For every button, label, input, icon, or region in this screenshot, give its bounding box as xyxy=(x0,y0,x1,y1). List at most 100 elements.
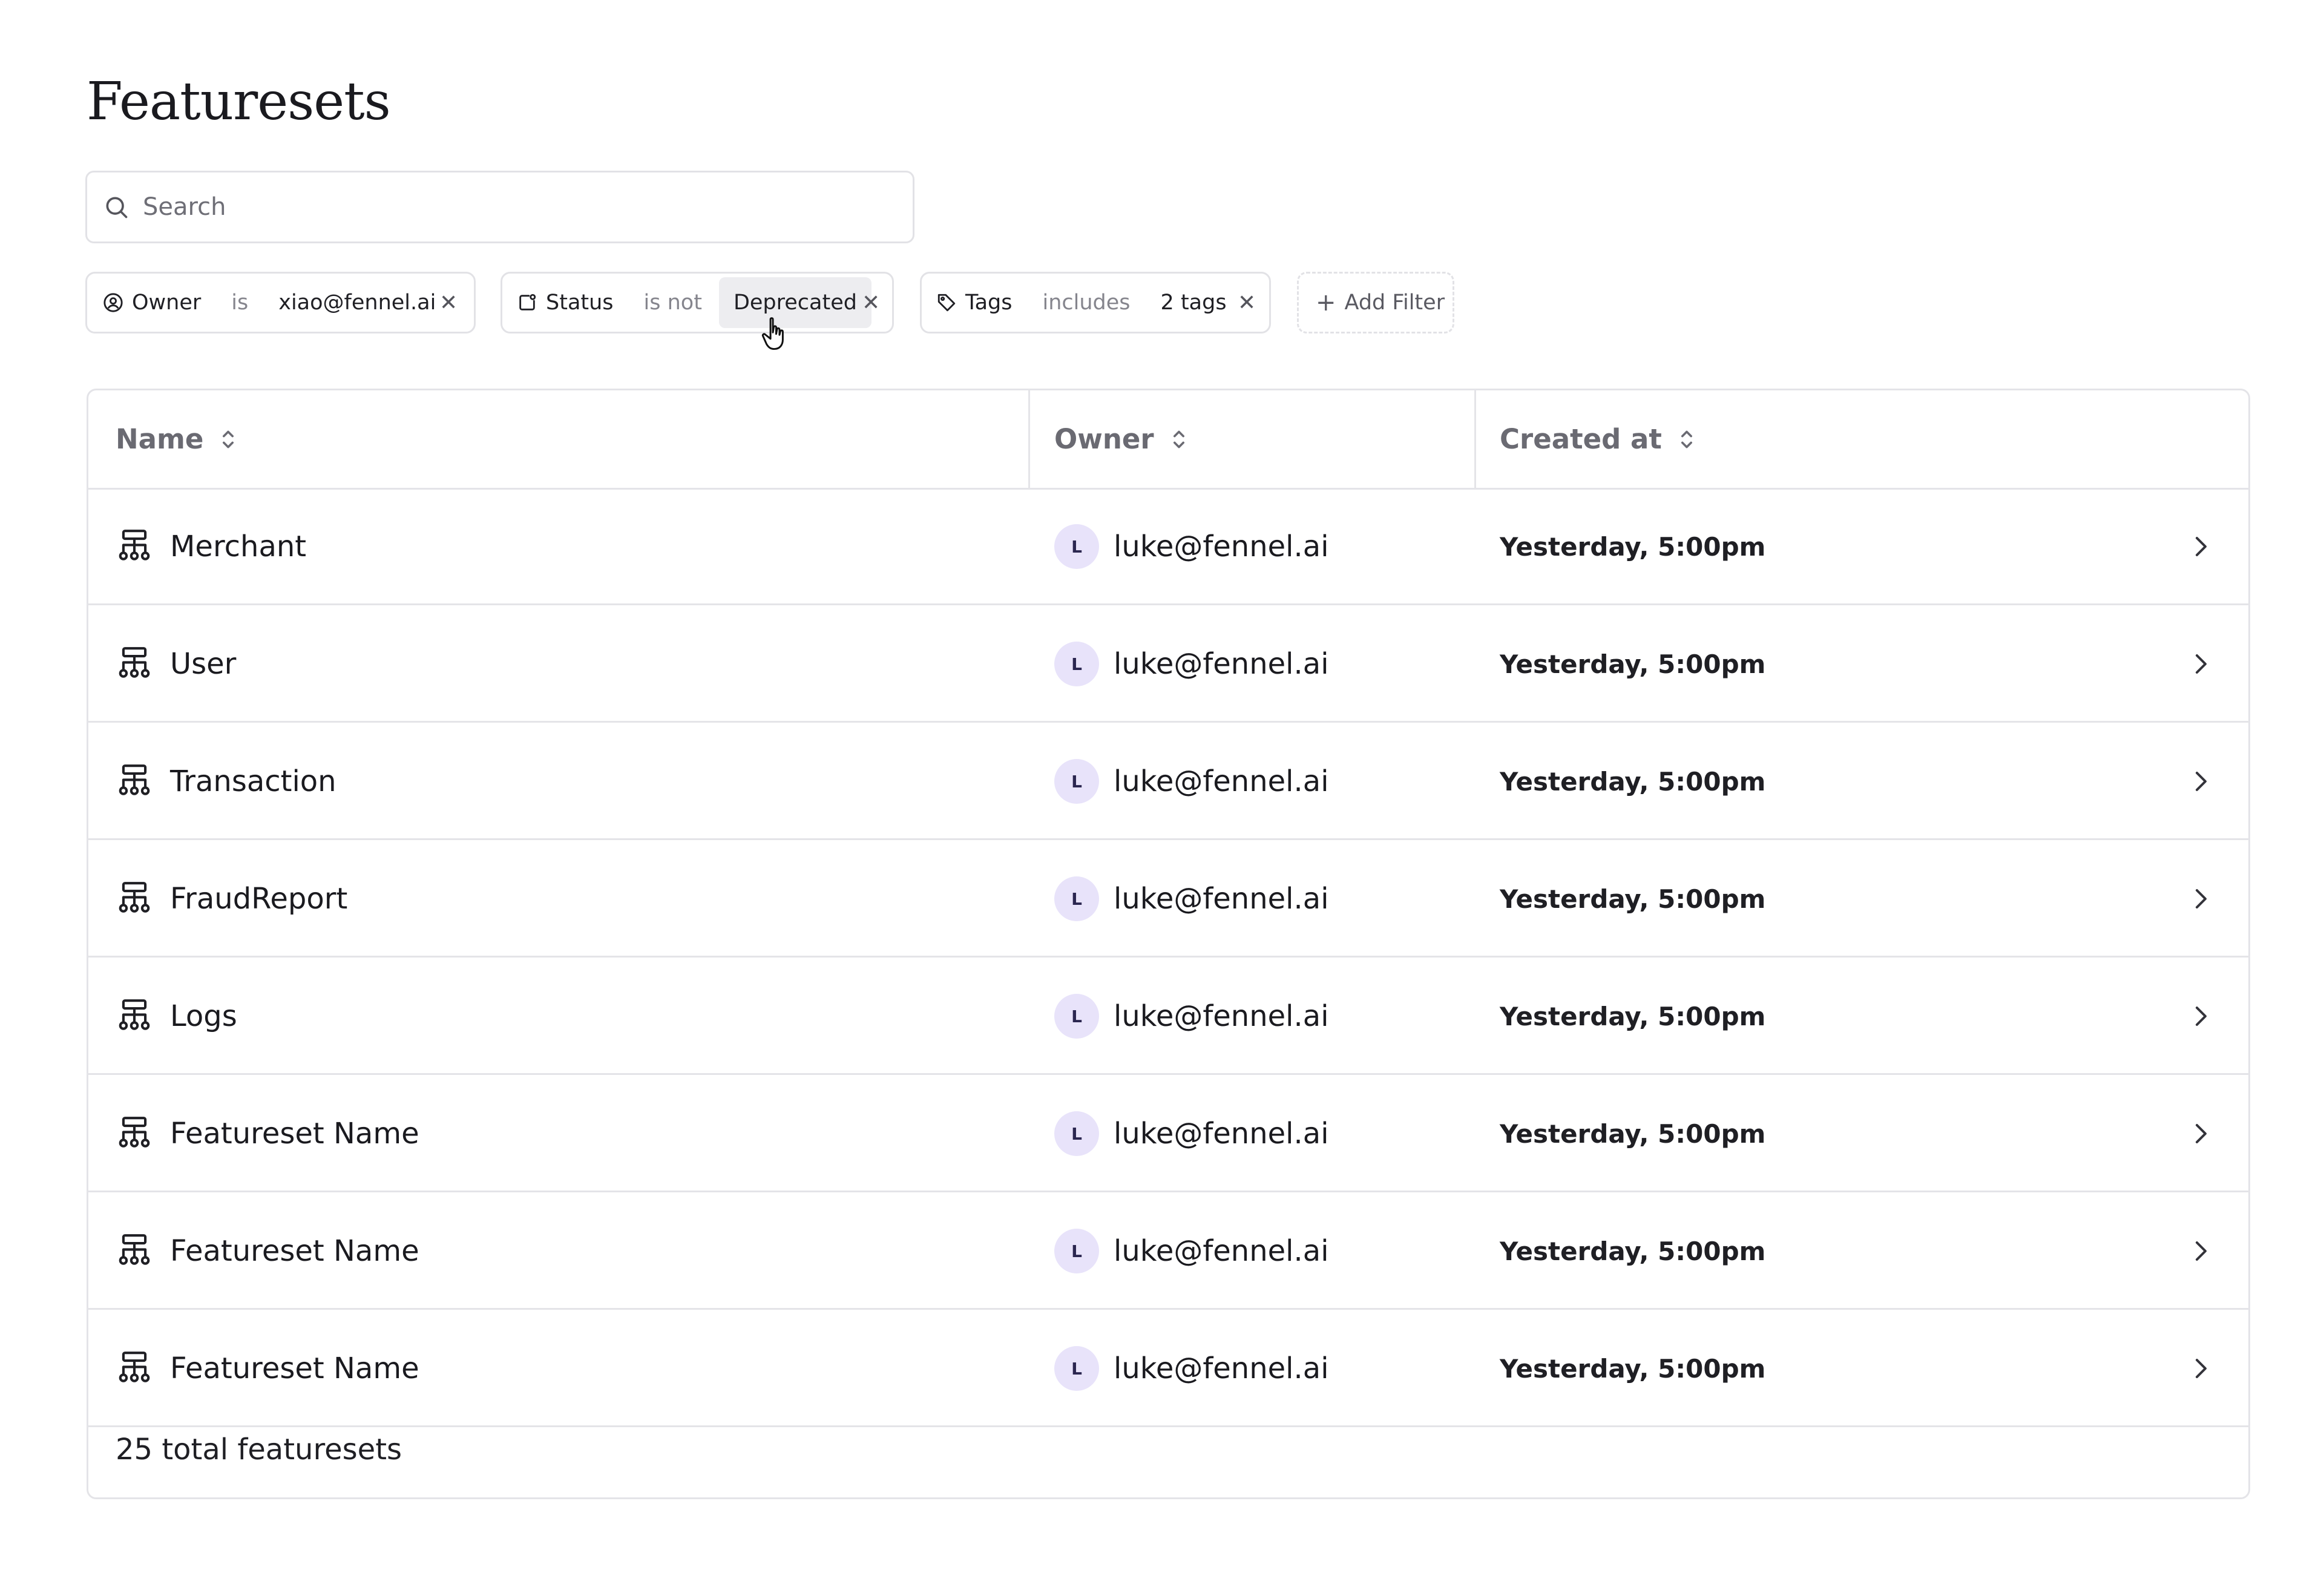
column-header-created-at[interactable]: Created at xyxy=(1500,390,1693,488)
featureset-name-cell: Featureset Name xyxy=(116,1194,419,1308)
featureset-name[interactable]: Logs xyxy=(170,999,237,1033)
filter-operator[interactable]: includes xyxy=(1043,274,1131,332)
search-box[interactable] xyxy=(85,171,914,243)
table-row[interactable]: Featureset Name L luke@fennel.ai Yesterd… xyxy=(88,1194,2248,1310)
created-at: Yesterday, 5:00pm xyxy=(1500,531,1766,562)
chevron-right-icon[interactable] xyxy=(2191,959,2210,1073)
remove-filter-icon[interactable]: ✕ xyxy=(439,274,458,332)
chevron-right-icon[interactable] xyxy=(2191,607,2210,721)
tag-icon xyxy=(937,294,956,312)
table-row[interactable]: Featureset Name L luke@fennel.ai Yesterd… xyxy=(88,1312,2248,1427)
avatar: L xyxy=(1054,759,1099,804)
column-label: Name xyxy=(116,423,204,455)
owner-cell: L luke@fennel.ai xyxy=(1054,724,1329,838)
sort-icon[interactable] xyxy=(1172,429,1186,450)
featureset-name[interactable]: Featureset Name xyxy=(170,1352,419,1385)
featureset-icon xyxy=(119,1117,150,1148)
featureset-icon xyxy=(119,1234,150,1265)
avatar: L xyxy=(1054,876,1099,921)
sort-icon[interactable] xyxy=(1680,429,1693,450)
owner-email: luke@fennel.ai xyxy=(1114,1117,1329,1151)
add-filter-label: Add Filter xyxy=(1344,291,1445,315)
table-row[interactable]: Merchant L luke@fennel.ai Yesterday, 5:0… xyxy=(88,490,2248,605)
featureset-icon xyxy=(119,882,150,913)
featureset-name-cell: User xyxy=(116,607,236,721)
created-at: Yesterday, 5:00pm xyxy=(1500,884,1766,914)
owner-cell: L luke@fennel.ai xyxy=(1054,959,1329,1073)
status-icon xyxy=(519,294,536,310)
remove-filter-icon[interactable]: ✕ xyxy=(862,274,880,332)
column-header-name[interactable]: Name xyxy=(116,390,235,488)
featureset-name[interactable]: Featureset Name xyxy=(170,1117,419,1151)
filter-value[interactable]: 2 tags xyxy=(1161,274,1227,332)
featureset-name[interactable]: Transaction xyxy=(170,764,336,798)
search-input[interactable] xyxy=(142,192,870,222)
created-at: Yesterday, 5:00pm xyxy=(1500,1236,1766,1266)
featureset-name-cell: Logs xyxy=(116,959,237,1073)
remove-filter-icon[interactable]: ✕ xyxy=(1238,274,1256,332)
created-at: Yesterday, 5:00pm xyxy=(1500,1001,1766,1031)
created-at: Yesterday, 5:00pm xyxy=(1500,1353,1766,1384)
featureset-name-cell: Featureset Name xyxy=(116,1077,419,1191)
featureset-icon xyxy=(119,1352,150,1382)
featureset-name-cell: FraudReport xyxy=(116,842,347,956)
owner-email: luke@fennel.ai xyxy=(1114,999,1329,1033)
filter-field[interactable]: Owner xyxy=(132,274,201,332)
avatar: L xyxy=(1054,642,1099,686)
search-icon xyxy=(106,197,128,218)
filter-field[interactable]: Tags xyxy=(965,274,1013,332)
chevron-right-icon[interactable] xyxy=(2191,490,2210,603)
avatar: L xyxy=(1054,1346,1099,1391)
featureset-icon xyxy=(119,764,150,795)
add-filter-button[interactable]: + Add Filter xyxy=(1297,272,1454,333)
hand-pointer-cursor-icon xyxy=(761,317,784,350)
table-row[interactable]: Featureset Name L luke@fennel.ai Yesterd… xyxy=(88,1077,2248,1192)
table-header: Name Owner Created at xyxy=(88,390,2248,490)
column-header-owner[interactable]: Owner xyxy=(1054,390,1186,488)
table-row[interactable]: Logs L luke@fennel.ai Yesterday, 5:00pm xyxy=(88,959,2248,1075)
chevron-right-icon[interactable] xyxy=(2191,1194,2210,1308)
avatar: L xyxy=(1054,994,1099,1039)
table-row[interactable]: FraudReport L luke@fennel.ai Yesterday, … xyxy=(88,842,2248,958)
featureset-icon xyxy=(119,530,150,560)
chevron-right-icon[interactable] xyxy=(2191,1312,2210,1425)
owner-cell: L luke@fennel.ai xyxy=(1054,490,1329,603)
featureset-name-cell: Merchant xyxy=(116,490,306,603)
featureset-name[interactable]: Featureset Name xyxy=(170,1234,419,1268)
owner-cell: L luke@fennel.ai xyxy=(1054,1077,1329,1191)
featureset-name[interactable]: Merchant xyxy=(170,530,306,563)
filter-bar: Owner is xiao@fennel.ai ✕ Status is not … xyxy=(0,272,2324,333)
filter-operator[interactable]: is not xyxy=(644,274,702,332)
featureset-name[interactable]: FraudReport xyxy=(170,882,347,916)
filter-value[interactable]: Deprecated xyxy=(718,277,872,328)
owner-email: luke@fennel.ai xyxy=(1114,1352,1329,1385)
chevron-right-icon[interactable] xyxy=(2191,724,2210,838)
owner-email: luke@fennel.ai xyxy=(1114,882,1329,916)
owner-cell: L luke@fennel.ai xyxy=(1054,1312,1329,1425)
owner-email: luke@fennel.ai xyxy=(1114,1234,1329,1268)
created-at: Yesterday, 5:00pm xyxy=(1500,649,1766,679)
filter-field[interactable]: Status xyxy=(546,274,614,332)
featureset-name[interactable]: User xyxy=(170,647,236,681)
plus-icon: + xyxy=(1316,289,1336,317)
avatar: L xyxy=(1054,1111,1099,1156)
filter-chip-status[interactable]: Status is not Deprecated ✕ xyxy=(501,272,894,333)
avatar: L xyxy=(1054,524,1099,569)
chevron-right-icon[interactable] xyxy=(2191,1077,2210,1191)
featureset-icon xyxy=(119,999,150,1030)
filter-operator[interactable]: is xyxy=(231,274,248,332)
owner-email: luke@fennel.ai xyxy=(1114,530,1329,563)
column-label: Created at xyxy=(1500,423,1662,455)
table-row[interactable]: User L luke@fennel.ai Yesterday, 5:00pm xyxy=(88,607,2248,723)
filter-chip-owner[interactable]: Owner is xiao@fennel.ai ✕ xyxy=(85,272,476,333)
avatar: L xyxy=(1054,1229,1099,1273)
filter-value[interactable]: xiao@fennel.ai xyxy=(278,274,436,332)
chevron-right-icon[interactable] xyxy=(2191,842,2210,956)
user-circle-icon xyxy=(103,293,123,312)
featuresets-table: Name Owner Created at Merchant L luke@fe… xyxy=(87,389,2250,1499)
filter-chip-tags[interactable]: Tags includes 2 tags ✕ xyxy=(920,272,1271,333)
created-at: Yesterday, 5:00pm xyxy=(1500,1119,1766,1149)
table-row[interactable]: Transaction L luke@fennel.ai Yesterday, … xyxy=(88,724,2248,840)
sort-icon[interactable] xyxy=(222,429,235,450)
column-label: Owner xyxy=(1054,423,1154,455)
